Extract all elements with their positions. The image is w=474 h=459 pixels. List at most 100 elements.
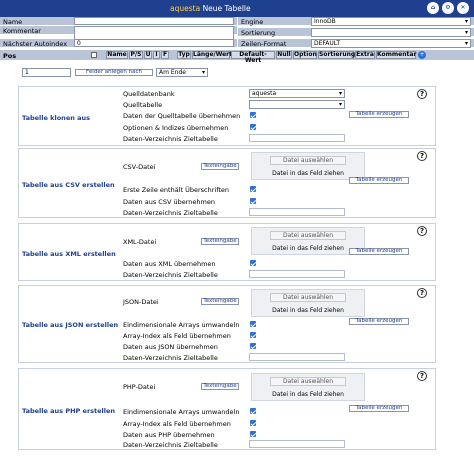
engine-select[interactable]: InnoDB ▾ [311,17,471,26]
csv-panel: Tabelle aus CSV erstellen CSV-Datei Text… [18,148,436,218]
php-index-checkbox[interactable] [250,420,256,426]
col-option[interactable]: Option [293,51,317,59]
help-icon[interactable]: ? [417,288,427,298]
chevron-down-icon: ▾ [201,69,205,76]
col-default[interactable]: Default-Wert [231,51,275,64]
help-icon[interactable]: ? [417,226,427,236]
xml-text-button[interactable]: Texteingabe [201,238,239,245]
php-title: Tabelle aus PHP erstellen [22,407,116,415]
php-dir-label: Daten-Verzeichnis Zieltabelle [123,441,218,449]
php-multi-label: Eindimensionale Arrays umwandeln [123,408,240,416]
json-index-checkbox[interactable] [250,332,256,338]
col-f[interactable]: F [161,51,169,59]
chevron-down-icon: ▾ [338,90,342,97]
help-icon[interactable]: ? [417,151,427,161]
csv-first-row-checkbox[interactable] [250,186,256,192]
clone-panel: Tabelle klonen aus Quelldatenbank aquest… [18,86,436,146]
add-column-icon[interactable]: + [418,51,426,59]
pos-label: Pos [3,52,17,60]
csv-drop-zone[interactable]: Datei auswählen Datei in das Feld ziehen [251,152,365,180]
copy-options-checkbox[interactable] [250,124,256,130]
select-all-checkbox[interactable] [91,52,97,58]
xml-file-button[interactable]: Datei auswählen [270,231,346,240]
json-multi-checkbox[interactable] [250,321,256,327]
clone-dir-label: Daten-Verzeichnis Zieltabelle [123,135,218,143]
col-name[interactable]: Name [106,51,128,59]
csv-file-button[interactable]: Datei auswählen [270,156,346,165]
source-db-select[interactable]: aquesta ▾ [249,89,345,98]
field-count-input[interactable]: 1 [22,68,71,77]
json-create-button[interactable]: Tabelle erzeugen [349,318,409,325]
col-ps[interactable]: P/S [129,51,143,59]
zeilenformat-select[interactable]: DEFAULT ▾ [311,39,471,48]
xml-file-label: XML-Datei [123,238,157,246]
json-drop-zone[interactable]: Datei auswählen Datei in das Feld ziehen [251,289,365,317]
php-multi-checkbox[interactable] [250,408,256,414]
php-index-label: Array-Index als Feld übernehmen [123,420,231,428]
help-icon[interactable]: ? [417,371,427,381]
col-sortierung[interactable]: Sortierung [318,51,355,59]
col-laenge[interactable]: Länge/Wert [192,51,232,59]
clone-dir-input[interactable] [249,134,345,142]
col-typ[interactable]: Typ [177,51,191,59]
position-select[interactable]: Am Ende ▾ [156,68,208,77]
gear-icon[interactable]: ⚙ [442,2,454,14]
json-dir-input[interactable] [249,353,345,361]
xml-drop-zone[interactable]: Datei auswählen Datei in das Feld ziehen [251,227,365,255]
title-bar: aquesta Neue Tabelle ⌂ ⚙ ✕ [0,0,474,17]
json-data-checkbox[interactable] [250,343,256,349]
copy-options-label: Optionen & Indizes übernehmen [123,124,229,132]
col-extra[interactable]: Extra [355,51,375,59]
json-title: Tabelle aus JSON erstellen [22,321,119,329]
sortierung-select[interactable]: ▾ [311,28,471,37]
help-icon[interactable]: ? [417,89,427,99]
name-label: Name [3,18,23,26]
source-table-select[interactable]: ▾ [249,100,345,109]
json-file-button[interactable]: Datei auswählen [270,293,346,302]
php-data-label: Daten aus PHP übernehmen [123,431,215,439]
home-icon[interactable]: ⌂ [427,2,439,14]
sortierung-label: Sortierung [241,29,276,37]
csv-dir-input[interactable] [249,208,345,216]
php-dir-input[interactable] [249,440,345,448]
xml-dir-input[interactable] [249,270,345,278]
php-drop-text: Datei in das Feld ziehen [272,391,344,398]
autoindex-input[interactable]: 0 [74,39,234,47]
csv-create-button[interactable]: Tabelle erzeugen [349,177,409,184]
php-file-button[interactable]: Datei auswählen [270,377,346,386]
add-fields-button[interactable]: Felder anlegen nach [75,69,153,76]
col-null[interactable]: Null [276,51,292,59]
xml-dir-label: Daten-Verzeichnis Zieltabelle [123,271,218,279]
autoindex-label: Nächster Autoindex [3,40,68,48]
col-i[interactable]: I [153,51,160,59]
engine-label: Engine [241,18,264,26]
kommentar-label: Kommentar [3,27,41,35]
php-drop-zone[interactable]: Datei auswählen Datei in das Feld ziehen [251,373,365,401]
php-data-checkbox[interactable] [250,431,256,437]
csv-text-button[interactable]: Texteingabe [201,163,239,170]
xml-data-label: Daten aus XML übernehmen [123,260,216,268]
zeilenformat-label: Zeilen-Format [241,40,287,48]
col-kommentar[interactable]: Kommentar [376,51,416,59]
chevron-down-icon: ▾ [464,29,468,36]
name-input[interactable] [74,17,234,25]
close-icon[interactable]: ✕ [457,2,469,14]
source-table-label: Quelltabelle [123,101,163,109]
xml-drop-text: Datei in das Feld ziehen [272,245,344,252]
csv-data-checkbox[interactable] [250,198,256,204]
csv-data-label: Daten aus CSV übernehmen [123,198,215,206]
source-db-label: Quelldatenbank [123,90,175,98]
php-text-button[interactable]: Texteingabe [201,383,239,390]
xml-create-button[interactable]: Tabelle erzeugen [349,248,409,255]
json-index-label: Array-Index als Feld übernehmen [123,332,231,340]
json-drop-text: Datei in das Feld ziehen [272,307,344,314]
xml-panel: Tabelle aus XML erstellen XML-Datei Text… [18,223,436,281]
col-u[interactable]: U [144,51,152,59]
php-create-button[interactable]: Tabelle erzeugen [349,405,409,412]
copy-data-checkbox[interactable] [250,112,256,118]
window-title: aquesta Neue Tabelle [170,4,251,13]
clone-create-button[interactable]: Tabelle erzeugen [349,111,409,118]
xml-data-checkbox[interactable] [250,260,256,266]
json-dir-label: Daten-Verzeichnis Zieltabelle [123,354,218,362]
json-text-button[interactable]: Texteingabe [201,298,239,305]
